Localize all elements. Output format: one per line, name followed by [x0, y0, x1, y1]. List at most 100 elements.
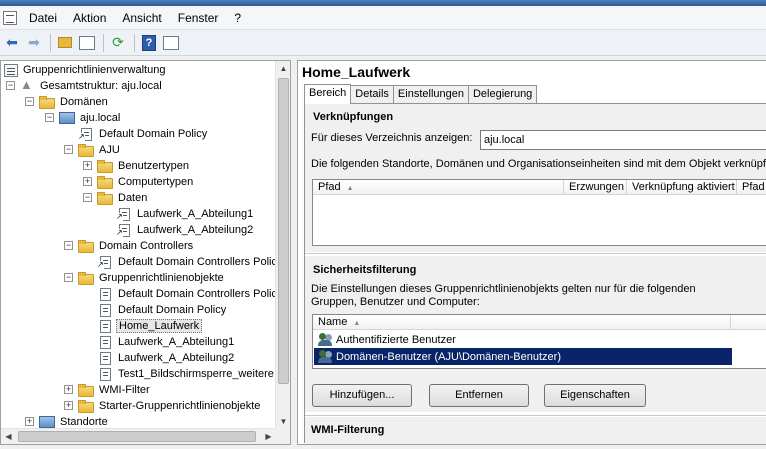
remove-button[interactable]: Entfernen	[429, 384, 529, 407]
console-icon	[4, 63, 18, 77]
folder-icon	[78, 399, 94, 413]
tab-delegierung[interactable]: Delegierung	[467, 85, 538, 104]
tab-details[interactable]: Details	[350, 85, 394, 104]
collapse-icon[interactable]: −	[83, 193, 92, 202]
expand-icon[interactable]: +	[64, 401, 73, 410]
tree-item-gpo-container[interactable]: Gruppenrichtlinienobjekte	[78, 270, 226, 286]
col-erzwungen[interactable]: Erzwungen	[564, 180, 627, 195]
expand-icon[interactable]: +	[64, 385, 73, 394]
wmi-section-title: WMI-Filterung	[311, 424, 385, 436]
security-info-line2: Gruppen, Benutzer und Computer:	[311, 296, 480, 308]
expand-icon[interactable]: +	[83, 161, 92, 170]
tree-item-domain[interactable]: aju.local	[59, 110, 122, 126]
tree-item-root[interactable]: Gruppenrichtlinienverwaltung	[4, 62, 167, 78]
tree-item-gpo-test1[interactable]: Test1_Bildschirmsperre_weitere	[100, 366, 276, 382]
expand-icon[interactable]: +	[83, 177, 92, 186]
tree-item-benutzertypen[interactable]: Benutzertypen	[97, 158, 191, 174]
tree-item-ou-aju[interactable]: AJU	[78, 142, 122, 158]
toolbar-separator	[134, 33, 135, 52]
add-button[interactable]: Hinzufügen...	[312, 384, 412, 407]
forward-arrow-icon[interactable]: ➡	[24, 33, 44, 53]
tree-item-gpo-laufwerk1[interactable]: Laufwerk_A_Abteilung1	[100, 334, 236, 350]
scroll-right-icon[interactable]: ▶	[261, 429, 276, 444]
col-empty[interactable]	[731, 315, 766, 330]
gpo-icon	[100, 335, 111, 349]
tree-item-domains[interactable]: Domänen	[39, 94, 110, 110]
security-list[interactable]: Name ▲ Authentifizierte Benutzer Domänen-…	[312, 314, 766, 369]
tree-item-computertypen[interactable]: Computertypen	[97, 174, 195, 190]
tree-item-default-domain-policy-link[interactable]: Default Domain Policy	[78, 126, 209, 142]
col-name[interactable]: Name ▲	[313, 315, 731, 330]
tree-item-link-laufwerk1[interactable]: Laufwerk_A_Abteilung1	[116, 206, 255, 222]
tree-item-gpo-laufwerk2[interactable]: Laufwerk_A_Abteilung2	[100, 350, 236, 366]
tree-item-starter-gpos[interactable]: Starter-Gruppenrichtlinienobjekte	[78, 398, 262, 414]
up-folder-icon[interactable]	[55, 33, 75, 53]
menu-aktion[interactable]: Aktion	[65, 7, 114, 29]
expand-icon[interactable]: +	[25, 417, 34, 426]
menu-ansicht[interactable]: Ansicht	[114, 7, 169, 29]
gpo-link-icon	[116, 223, 130, 237]
show-dir-label: Für dieses Verzeichnis anzeigen:	[311, 132, 473, 144]
ou-folder-icon	[78, 239, 94, 253]
menu-datei[interactable]: Datei	[21, 7, 65, 29]
folder-icon	[39, 95, 55, 109]
properties-icon[interactable]	[161, 33, 181, 53]
ou-folder-icon	[97, 175, 113, 189]
col-pfad-2[interactable]: Pfad	[737, 180, 766, 195]
scrollbar-corner	[275, 428, 290, 444]
properties-button[interactable]: Eigenschaften	[544, 384, 646, 407]
tree-vertical-scrollbar[interactable]: ▲ ▼	[275, 61, 290, 429]
dir-select[interactable]: aju.local	[480, 130, 766, 150]
col-verknuepfung-aktiviert[interactable]: Verknüpfung aktiviert	[627, 180, 737, 195]
links-section-title: Verknüpfungen	[313, 111, 394, 123]
tree-item-link-laufwerk2[interactable]: Laufwerk_A_Abteilung2	[116, 222, 255, 238]
gpo-icon	[100, 287, 111, 301]
help-icon[interactable]: ?	[139, 33, 159, 53]
sites-icon	[39, 416, 55, 428]
menu-fenster[interactable]: Fenster	[170, 7, 227, 29]
tree-item-standorte[interactable]: Standorte	[39, 414, 110, 429]
app-menu-icon[interactable]	[3, 10, 17, 25]
collapse-icon[interactable]: −	[6, 81, 15, 90]
links-list-header: Pfad ▲ Erzwungen Verknüpfung aktiviert Pf…	[313, 180, 766, 195]
menu-help[interactable]: ?	[226, 7, 249, 29]
links-list[interactable]: Pfad ▲ Erzwungen Verknüpfung aktiviert Pf…	[312, 179, 766, 246]
tab-bereich[interactable]: Bereich	[304, 84, 352, 104]
console-tree: Gruppenrichtlinienverwaltung − Gesamtstr…	[1, 61, 276, 429]
tree-item-wmi-filter[interactable]: WMI-Filter	[78, 382, 152, 398]
scroll-down-icon[interactable]: ▼	[276, 414, 291, 429]
collapse-icon[interactable]: −	[64, 145, 73, 154]
refresh-icon[interactable]: ⟳	[108, 33, 128, 53]
col-pfad[interactable]: Pfad ▲	[313, 180, 564, 195]
back-arrow-icon[interactable]: ⬅	[2, 33, 22, 53]
gpo-link-icon	[116, 207, 130, 221]
tree-item-gpo-dc-policy[interactable]: Default Domain Controllers Policy	[100, 286, 276, 302]
tree-item-gpo-home-laufwerk[interactable]: Home_Laufwerk	[100, 318, 203, 334]
domain-icon	[59, 112, 75, 124]
security-row-authenticated-users[interactable]: Authentifizierte Benutzer	[314, 331, 732, 348]
collapse-icon[interactable]: −	[45, 113, 54, 122]
user-group-icon	[318, 350, 334, 363]
gpo-icon	[100, 367, 111, 381]
toolbar-separator	[50, 33, 51, 52]
scrollbar-thumb[interactable]	[278, 78, 289, 384]
ou-folder-icon	[78, 143, 94, 157]
show-hide-tree-icon[interactable]	[77, 33, 97, 53]
scroll-up-icon[interactable]: ▲	[276, 61, 291, 76]
tree-item-domain-controllers[interactable]: Domain Controllers	[78, 238, 195, 254]
gpo-icon	[100, 303, 111, 317]
scroll-left-icon[interactable]: ◀	[1, 429, 16, 444]
tab-einstellungen[interactable]: Einstellungen	[392, 85, 469, 104]
tree-item-forest[interactable]: Gesamtstruktur: aju.local	[19, 77, 164, 94]
tree-item-gpo-domain-policy[interactable]: Default Domain Policy	[100, 302, 228, 318]
collapse-icon[interactable]: −	[25, 97, 34, 106]
collapse-icon[interactable]: −	[64, 273, 73, 282]
collapse-icon[interactable]: −	[64, 241, 73, 250]
gpo-title: Home_Laufwerk	[302, 64, 411, 80]
tree-item-daten[interactable]: Daten	[97, 190, 149, 206]
security-row-domain-users[interactable]: Domänen-Benutzer (AJU\Domänen-Benutzer)	[314, 348, 732, 365]
scrollbar-thumb[interactable]	[18, 431, 256, 442]
detail-tabs: Bereich Details Einstellungen Delegierun…	[304, 84, 538, 104]
tree-horizontal-scrollbar[interactable]: ◀ ▶	[1, 428, 276, 444]
tree-item-dc-policy-link[interactable]: Default Domain Controllers Policy	[97, 254, 276, 270]
